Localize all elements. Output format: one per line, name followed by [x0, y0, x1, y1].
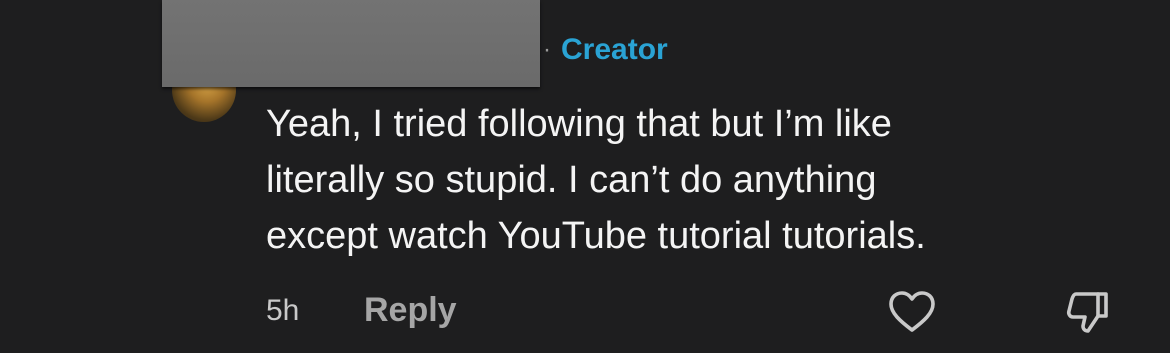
comment-line: literally so stupid. I can’t do anything: [266, 159, 877, 201]
redacted-username-overlay: [162, 0, 540, 87]
creator-badge: Creator: [561, 33, 668, 66]
thumbs-down-icon[interactable]: [1062, 286, 1114, 338]
comment-line: except watch YouTube tutorial tutorials.: [266, 215, 926, 257]
reply-button[interactable]: Reply: [364, 291, 457, 330]
timestamp: 5h: [266, 294, 300, 327]
comment-text: Yeah, I tried following that but I’m lik…: [266, 96, 1146, 264]
comment-actions: 5h Reply: [266, 286, 1146, 336]
heart-icon[interactable]: [886, 286, 938, 338]
comment-byline: · Creator: [543, 30, 668, 70]
comment-line: Yeah, I tried following that but I’m lik…: [266, 103, 892, 145]
byline-separator: ·: [543, 36, 551, 63]
